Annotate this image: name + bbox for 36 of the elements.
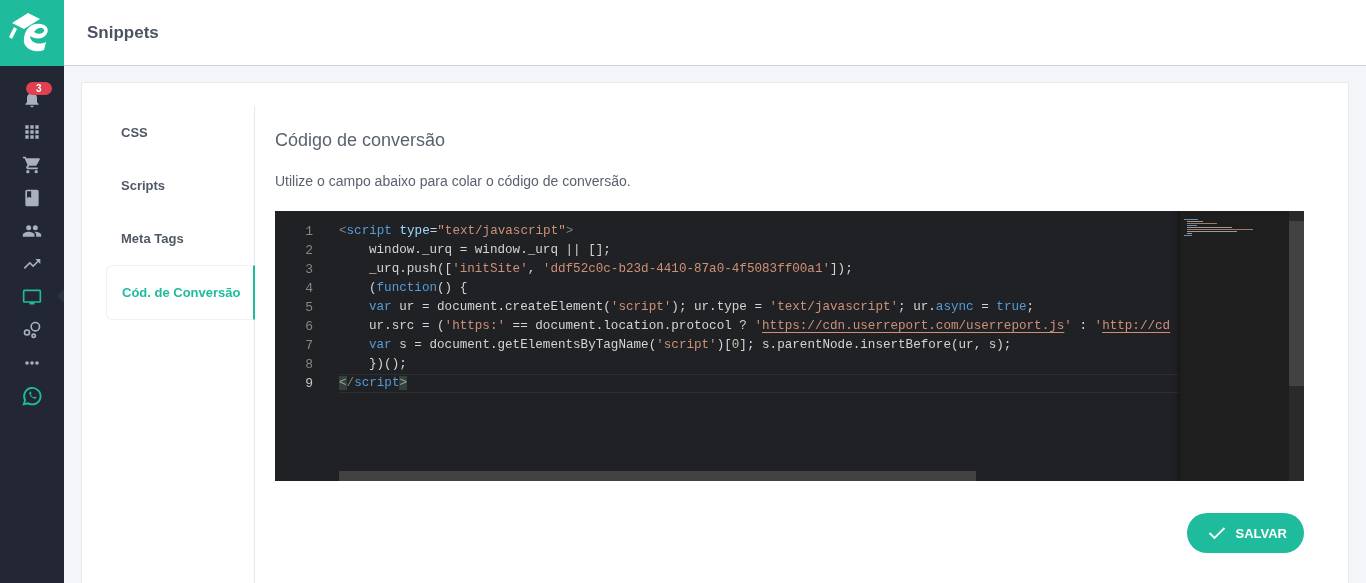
active-pointer: [57, 289, 64, 303]
sidebar-item[interactable]: 3: [0, 82, 64, 115]
book-icon: [22, 187, 42, 208]
code-editor[interactable]: [275, 211, 1304, 481]
line-number: 6: [304, 318, 313, 336]
code-line: </script>: [339, 374, 1181, 393]
line-number: 5: [304, 299, 313, 317]
tab[interactable]: Meta Tags: [106, 212, 254, 265]
tab[interactable]: CSS: [106, 106, 254, 159]
code-line: window._urq = window._urq || [];: [368, 242, 612, 259]
horizontal-scrollbar[interactable]: [339, 471, 976, 481]
section-description: Utilize o campo abaixo para colar o código de conversão.: [275, 173, 632, 189]
code-line: var ur = document.createElement('script'); ur.type = 'text/javascript'; ur.async = true;: [368, 299, 1036, 316]
code-line: var s = document.getElementsByTagName('script')[0]; s.parentNode.insertBefore(ur, s);: [368, 337, 1013, 354]
vertical-scrollbar[interactable]: [1289, 211, 1304, 481]
page-title: Snippets: [87, 22, 159, 43]
notification-badge: 3: [26, 82, 52, 95]
line-number: 8: [304, 356, 313, 374]
code-line: })();: [368, 356, 408, 373]
section-title: Código de conversão: [275, 130, 447, 151]
code-line: ur.src = ('https:' == document.location.protocol ? 'https://cdn.userreport.com/userreport.js' : 'http://cd: [368, 318, 1172, 335]
code-line: (function() {: [368, 280, 469, 297]
line-number: 7: [304, 337, 313, 355]
line-number: 9: [304, 375, 313, 393]
tab[interactable]: Scripts: [106, 159, 254, 212]
code-line: _urq.push(['initSite', 'ddf52c0c-b23d-4410-87a0-4f5083ff00a1']);: [368, 261, 854, 278]
line-number: 3: [304, 261, 313, 279]
whatsapp-icon: [21, 384, 43, 407]
cart-icon: [22, 154, 42, 175]
circles-icon: [22, 319, 42, 340]
more-icon: [25, 360, 39, 365]
code-line: <script type="text/javascript">: [339, 223, 575, 240]
minimap-drawing: [1184, 219, 1254, 237]
line-number: 1: [304, 223, 313, 241]
line-number: 2: [304, 242, 313, 260]
line-number: 4: [304, 280, 313, 298]
